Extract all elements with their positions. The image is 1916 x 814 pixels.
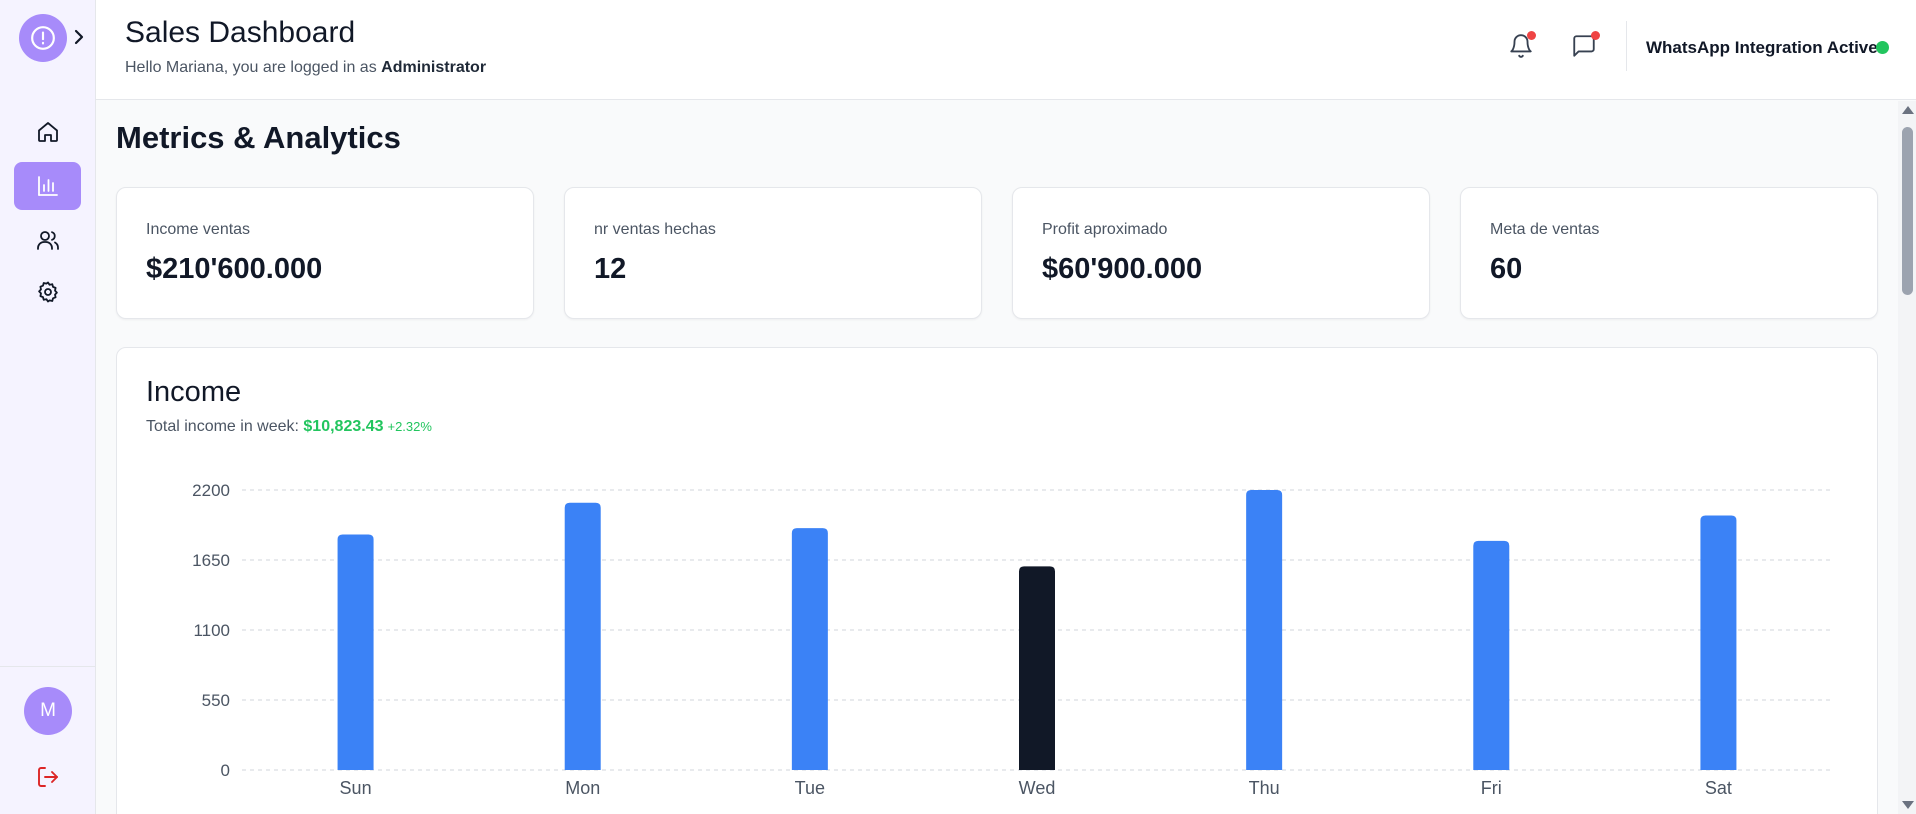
- metric-value: 60: [1490, 253, 1523, 285]
- main-content: Metrics & Analytics Income ventas $210'6…: [96, 101, 1898, 814]
- y-tick-label: 550: [202, 691, 230, 710]
- metric-card: nr ventas hechas 12: [564, 187, 982, 319]
- metric-card: Income ventas $210'600.000: [116, 187, 534, 319]
- metric-label: nr ventas hechas: [594, 221, 716, 238]
- x-tick-label: Thu: [1249, 778, 1280, 798]
- chart-bar-wed[interactable]: [1019, 566, 1055, 770]
- notifications-button[interactable]: [1508, 31, 1536, 61]
- chart-bar-tue[interactable]: [791, 528, 828, 770]
- bar-chart-icon: [37, 176, 58, 196]
- metric-value: $210'600.000: [146, 253, 323, 285]
- x-tick-label: Mon: [565, 778, 600, 798]
- logo[interactable]: [19, 14, 67, 62]
- metric-card: Meta de ventas 60: [1460, 187, 1878, 319]
- alert-circle-icon: [31, 26, 55, 50]
- metric-value: $60'900.000: [1042, 253, 1203, 285]
- whatsapp-status: WhatsApp Integration Active: [1646, 38, 1878, 57]
- gear-icon: [37, 281, 58, 303]
- metric-card: Profit aproximado $60'900.000: [1012, 187, 1430, 319]
- sidebar-footer: M: [0, 666, 96, 814]
- user-greeting: Hello Mariana, you are logged in as Admi…: [125, 59, 486, 77]
- message-badge: [1591, 31, 1600, 40]
- y-tick-label: 1100: [193, 621, 230, 640]
- subtitle-text: Total income in week:: [146, 418, 304, 435]
- x-tick-label: Fri: [1481, 778, 1502, 798]
- users-icon: [36, 231, 59, 250]
- chart-subtitle: Total income in week: $10,823.43 +2.32%: [146, 418, 432, 436]
- x-tick-label: Sat: [1705, 778, 1732, 798]
- chevron-right-icon: [74, 29, 84, 45]
- metric-label: Profit aproximado: [1042, 221, 1168, 238]
- scrollbar[interactable]: [1898, 101, 1916, 814]
- greeting-text: Hello Mariana, you are logged in as: [125, 59, 382, 76]
- logout-button[interactable]: [36, 765, 60, 789]
- scroll-down-arrow[interactable]: [1902, 801, 1914, 809]
- total-income: $10,823.43: [303, 418, 384, 435]
- chart-bar-fri[interactable]: [1473, 540, 1510, 770]
- scroll-thumb[interactable]: [1902, 127, 1913, 295]
- y-tick-label: 0: [221, 761, 230, 780]
- metric-label: Income ventas: [146, 221, 251, 238]
- sidebar: M: [0, 0, 96, 814]
- chart-bar-thu[interactable]: [1246, 490, 1283, 770]
- header-divider: [1626, 21, 1627, 71]
- income-change: +2.32%: [387, 419, 432, 434]
- x-tick-label: Sun: [340, 778, 372, 798]
- x-tick-label: Tue: [795, 778, 825, 798]
- sidebar-item-settings[interactable]: [14, 268, 81, 316]
- sidebar-item-analytics[interactable]: [14, 162, 81, 210]
- y-tick-label: 1650: [192, 551, 230, 570]
- home-icon: [37, 122, 58, 142]
- metric-value: 12: [594, 253, 627, 285]
- logout-icon: [38, 767, 58, 787]
- messages-button[interactable]: [1571, 31, 1600, 61]
- user-role: Administrator: [381, 59, 487, 76]
- x-tick-label: Wed: [1019, 778, 1056, 798]
- chart-bar-sat[interactable]: [1700, 515, 1737, 770]
- chart-bar-mon[interactable]: [564, 502, 601, 770]
- notification-badge: [1527, 31, 1536, 40]
- y-tick-label: 2200: [192, 481, 230, 500]
- sidebar-item-users[interactable]: [14, 216, 81, 264]
- status-indicator: [1876, 41, 1889, 54]
- metric-label: Meta de ventas: [1490, 221, 1600, 238]
- sidebar-item-home[interactable]: [14, 108, 81, 156]
- scroll-up-arrow[interactable]: [1902, 106, 1914, 114]
- header: Sales Dashboard Hello Mariana, you are l…: [96, 0, 1916, 100]
- page-title: Metrics & Analytics: [116, 120, 401, 155]
- avatar[interactable]: M: [24, 687, 72, 735]
- income-chart-card: 0 550 1100 1650 2200 Sun Mon Tue Wed Thu Fri Sat In…: [116, 347, 1878, 814]
- chart-bar-sun[interactable]: [337, 534, 374, 770]
- app-title: Sales Dashboard: [125, 16, 356, 49]
- sidebar-expand-button[interactable]: [70, 26, 88, 48]
- chart-title: Income: [146, 376, 242, 408]
